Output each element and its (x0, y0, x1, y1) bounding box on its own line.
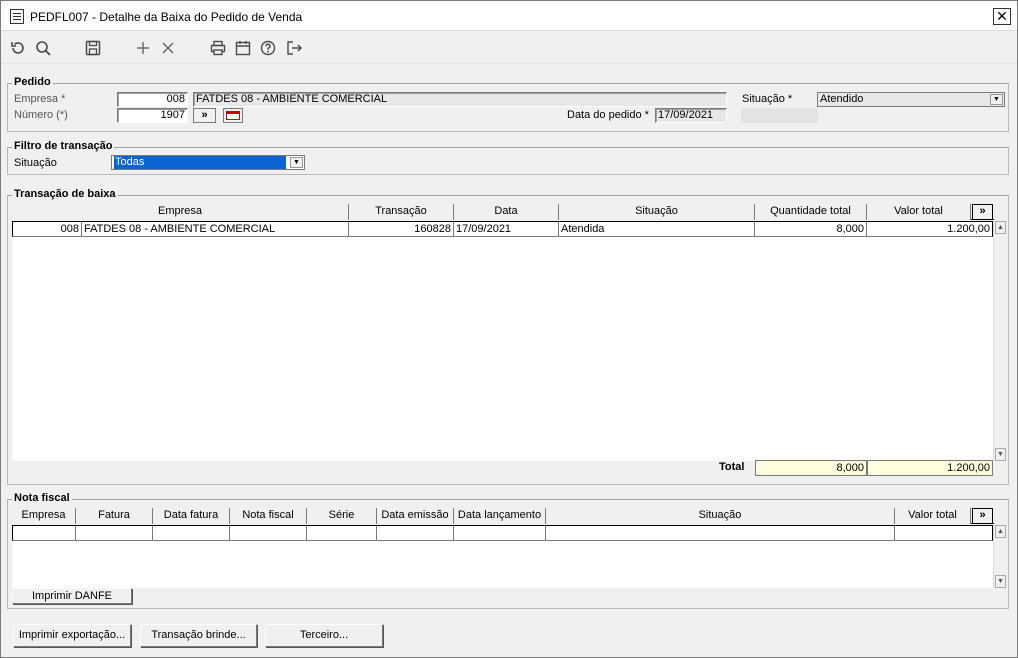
transacao-header: Empresa Transação Data Situação Quantida… (12, 204, 994, 220)
delete-icon[interactable] (158, 38, 178, 58)
col-nf-data-fatura[interactable]: Data fatura (153, 508, 230, 524)
transacao-more-columns-button[interactable]: » (972, 204, 993, 220)
total-quantidade: 8,000 (755, 460, 867, 476)
col-data[interactable]: Data (454, 204, 559, 220)
pedido-legend: Pedido (12, 76, 53, 88)
title-bar: PEDFL007 - Detalhe da Baixa do Pedido de… (1, 1, 1017, 31)
nf-empty-cell[interactable] (454, 525, 546, 541)
col-quantidade[interactable]: Quantidade total (755, 204, 867, 220)
row-valor[interactable]: 1.200,00 (867, 221, 993, 237)
search-icon[interactable] (33, 38, 53, 58)
row-empresa-code[interactable]: 008 (12, 221, 82, 237)
nf-empty-cell[interactable] (307, 525, 377, 541)
scroll-down-icon[interactable]: ▼ (995, 575, 1006, 588)
nota-more-columns-button[interactable]: » (972, 508, 993, 524)
scroll-down-icon[interactable]: ▼ (995, 448, 1006, 461)
col-empresa[interactable]: Empresa (12, 204, 349, 220)
col-nf-nota-fiscal[interactable]: Nota fiscal (230, 508, 307, 524)
window-title: PEDFL007 - Detalhe da Baixa do Pedido de… (30, 10, 303, 24)
transacao-scrollbar[interactable]: ▲ ▼ (993, 221, 1007, 461)
nf-empty-cell[interactable] (377, 525, 454, 541)
save-icon[interactable] (83, 38, 103, 58)
nota-legend: Nota fiscal (12, 492, 72, 504)
situacao-pedido-value: Atendido (820, 93, 864, 105)
situacao-pedido-label: Situação * (742, 93, 793, 105)
app-icon (10, 9, 24, 24)
total-label: Total (719, 461, 745, 473)
filtro-situacao-select[interactable]: Todas ▼ (111, 155, 305, 170)
row-empresa-name[interactable]: FATDES 08 - AMBIENTE COMERCIAL (82, 221, 349, 237)
col-valor[interactable]: Valor total (867, 204, 971, 220)
main-window: PEDFL007 - Detalhe da Baixa do Pedido de… (0, 0, 1018, 658)
numero-label: Número (*) (14, 109, 68, 121)
row-situacao[interactable]: Atendida (559, 221, 755, 237)
chevron-down-icon[interactable]: ▼ (290, 157, 303, 168)
calendar-icon[interactable] (233, 38, 253, 58)
transacao-legend: Transação de baixa (12, 188, 118, 200)
terceiro-button[interactable]: Terceiro... (265, 624, 383, 647)
col-situacao[interactable]: Situação (559, 204, 755, 220)
calendar-icon (226, 111, 240, 120)
toolbar (1, 32, 1017, 64)
nf-empty-cell[interactable] (546, 525, 895, 541)
col-transacao[interactable]: Transação (349, 204, 454, 220)
col-nf-empresa[interactable]: Empresa (12, 508, 76, 524)
empresa-label: Empresa * (14, 93, 66, 105)
situacao-pedido-select[interactable]: Atendido ▼ (817, 92, 1005, 107)
refresh-icon[interactable] (8, 38, 28, 58)
empresa-code-field[interactable]: 008 (117, 92, 188, 107)
transacao-brinde-button[interactable]: Transação brinde... (140, 624, 257, 647)
nota-header: Empresa Fatura Data fatura Nota fiscal S… (12, 508, 994, 524)
transacao-grid: Empresa Transação Data Situação Quantida… (12, 204, 1007, 474)
row-transacao[interactable]: 160828 (349, 221, 454, 237)
nf-empty-cell[interactable] (153, 525, 230, 541)
data-pedido-field: 17/09/2021 (655, 108, 727, 123)
nota-body (12, 525, 994, 588)
help-icon[interactable] (258, 38, 278, 58)
add-icon[interactable] (133, 38, 153, 58)
total-valor: 1.200,00 (867, 460, 993, 476)
nf-empty-cell[interactable] (76, 525, 153, 541)
numero-field[interactable]: 1907 (117, 108, 188, 123)
nf-empty-cell[interactable] (230, 525, 307, 541)
empresa-name-field: FATDES 08 - AMBIENTE COMERCIAL (193, 92, 727, 107)
row-quantidade[interactable]: 8,000 (755, 221, 867, 237)
close-button[interactable]: ✕ (993, 8, 1011, 25)
filtro-situacao-label: Situação (14, 157, 57, 169)
scroll-up-icon[interactable]: ▲ (995, 221, 1006, 234)
transacao-body: 008 FATDES 08 - AMBIENTE COMERCIAL 16082… (12, 221, 994, 461)
col-nf-valor[interactable]: Valor total (895, 508, 971, 524)
data-pedido-label: Data do pedido * (567, 109, 649, 121)
nota-scrollbar[interactable]: ▲ ▼ (993, 525, 1007, 588)
chevron-down-icon[interactable]: ▼ (990, 94, 1003, 105)
exit-icon[interactable] (284, 38, 304, 58)
col-nf-serie[interactable]: Série (307, 508, 377, 524)
filtro-legend: Filtro de transação (12, 140, 115, 152)
nota-grid: Empresa Fatura Data fatura Nota fiscal S… (12, 508, 1007, 588)
numero-search-button[interactable]: » (193, 108, 216, 123)
col-nf-data-emissao[interactable]: Data emissão (377, 508, 454, 524)
filtro-situacao-value: Todas (114, 156, 286, 169)
blank-readonly-field (741, 108, 818, 123)
col-nf-fatura[interactable]: Fatura (76, 508, 153, 524)
print-icon[interactable] (208, 38, 228, 58)
imprimir-exportacao-button[interactable]: Imprimir exportação... (13, 624, 131, 647)
nf-empty-cell[interactable] (895, 525, 993, 541)
calendar-button[interactable] (223, 108, 243, 123)
imprimir-danfe-button[interactable]: Imprimir DANFE (12, 588, 132, 604)
row-data[interactable]: 17/09/2021 (454, 221, 559, 237)
scroll-up-icon[interactable]: ▲ (995, 525, 1006, 538)
col-nf-situacao[interactable]: Situação (546, 508, 895, 524)
col-nf-data-lancamento[interactable]: Data lançamento (454, 508, 546, 524)
nf-empty-cell[interactable] (12, 525, 76, 541)
